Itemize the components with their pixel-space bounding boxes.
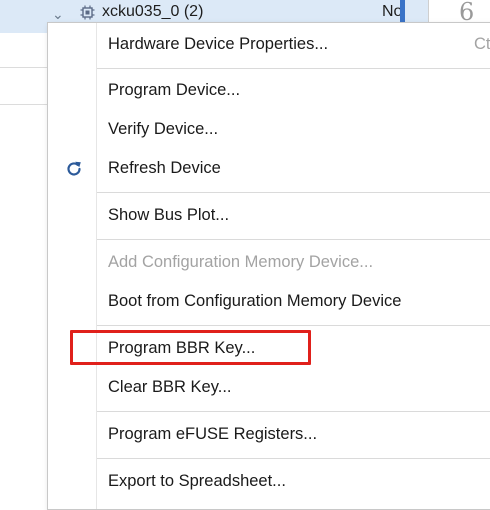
refresh-icon xyxy=(67,161,81,176)
menu-item-boot-from-configuration-memory[interactable]: Boot from Configuration Memory Device xyxy=(48,283,490,321)
menu-item-label: Clear BBR Key... xyxy=(108,378,232,396)
menu-separator xyxy=(97,239,490,240)
menu-item-label: Refresh Device xyxy=(108,159,221,177)
menu-item-label: Program Device... xyxy=(108,81,241,99)
menu-item-label: Show Bus Plot... xyxy=(108,206,230,224)
menu-separator xyxy=(97,458,490,459)
menu-separator xyxy=(97,192,490,193)
menu-item-label: Export to Spreadsheet... xyxy=(108,472,286,490)
tree-row-divider xyxy=(0,67,48,68)
menu-item-label: Verify Device... xyxy=(108,120,219,138)
menu-item-hardware-device-properties[interactable]: Hardware Device Properties... Ct xyxy=(48,26,490,64)
menu-item-program-device[interactable]: Program Device... xyxy=(48,72,490,110)
menu-item-clear-bbr-key[interactable]: Clear BBR Key... xyxy=(48,369,490,407)
menu-item-label: Hardware Device Properties... xyxy=(108,35,329,53)
menu-separator xyxy=(97,325,490,326)
menu-separator xyxy=(97,411,490,412)
menu-item-program-efuse-registers[interactable]: Program eFUSE Registers... xyxy=(48,416,490,454)
chevron-down-icon[interactable]: ⌄ xyxy=(52,6,64,23)
device-name-label: xcku035_0 (2) xyxy=(102,3,204,20)
menu-item-refresh-device[interactable]: Refresh Device xyxy=(48,150,490,188)
device-context-menu: Hardware Device Properties... Ct Program… xyxy=(47,22,490,510)
menu-item-shortcut: Ct xyxy=(474,35,490,53)
menu-item-add-configuration-memory-device: Add Configuration Memory Device... xyxy=(48,244,490,282)
menu-separator xyxy=(97,68,490,69)
menu-item-label: Add Configuration Memory Device... xyxy=(108,253,374,271)
tree-row-divider xyxy=(0,104,48,105)
menu-item-show-bus-plot[interactable]: Show Bus Plot... xyxy=(48,197,490,235)
menu-item-verify-device[interactable]: Verify Device... xyxy=(48,111,490,149)
menu-item-label: Boot from Configuration Memory Device xyxy=(108,292,402,310)
menu-item-label: Program eFUSE Registers... xyxy=(108,425,318,443)
menu-item-export-to-spreadsheet[interactable]: Export to Spreadsheet... xyxy=(48,463,490,501)
chip-icon xyxy=(80,5,95,20)
highlight-annotation-box xyxy=(70,330,311,365)
